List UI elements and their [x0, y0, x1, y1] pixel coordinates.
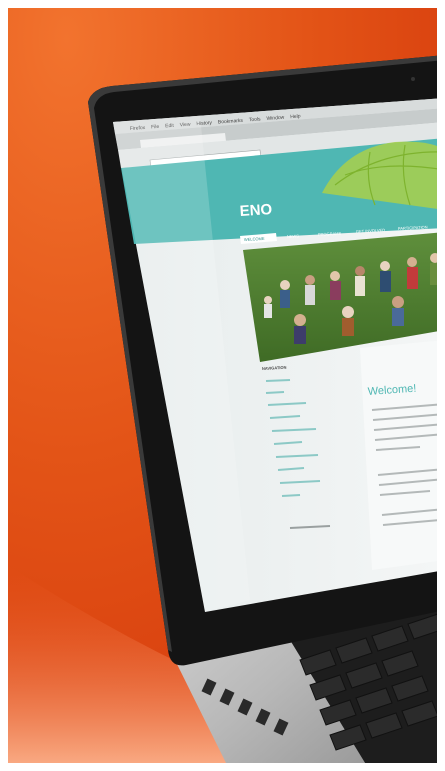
- site-logo[interactable]: ENO: [239, 201, 273, 220]
- webcam-icon: [411, 77, 415, 81]
- sidebar-link[interactable]: [281, 494, 301, 497]
- nav-item-news[interactable]: NEWS: [287, 233, 300, 239]
- sidebar-link[interactable]: [265, 379, 291, 382]
- sidebar-link[interactable]: [265, 391, 285, 394]
- photo-scene: Firefox File Edit View History Bookmarks Tools…: [0, 0, 445, 771]
- content-panel: [360, 340, 445, 570]
